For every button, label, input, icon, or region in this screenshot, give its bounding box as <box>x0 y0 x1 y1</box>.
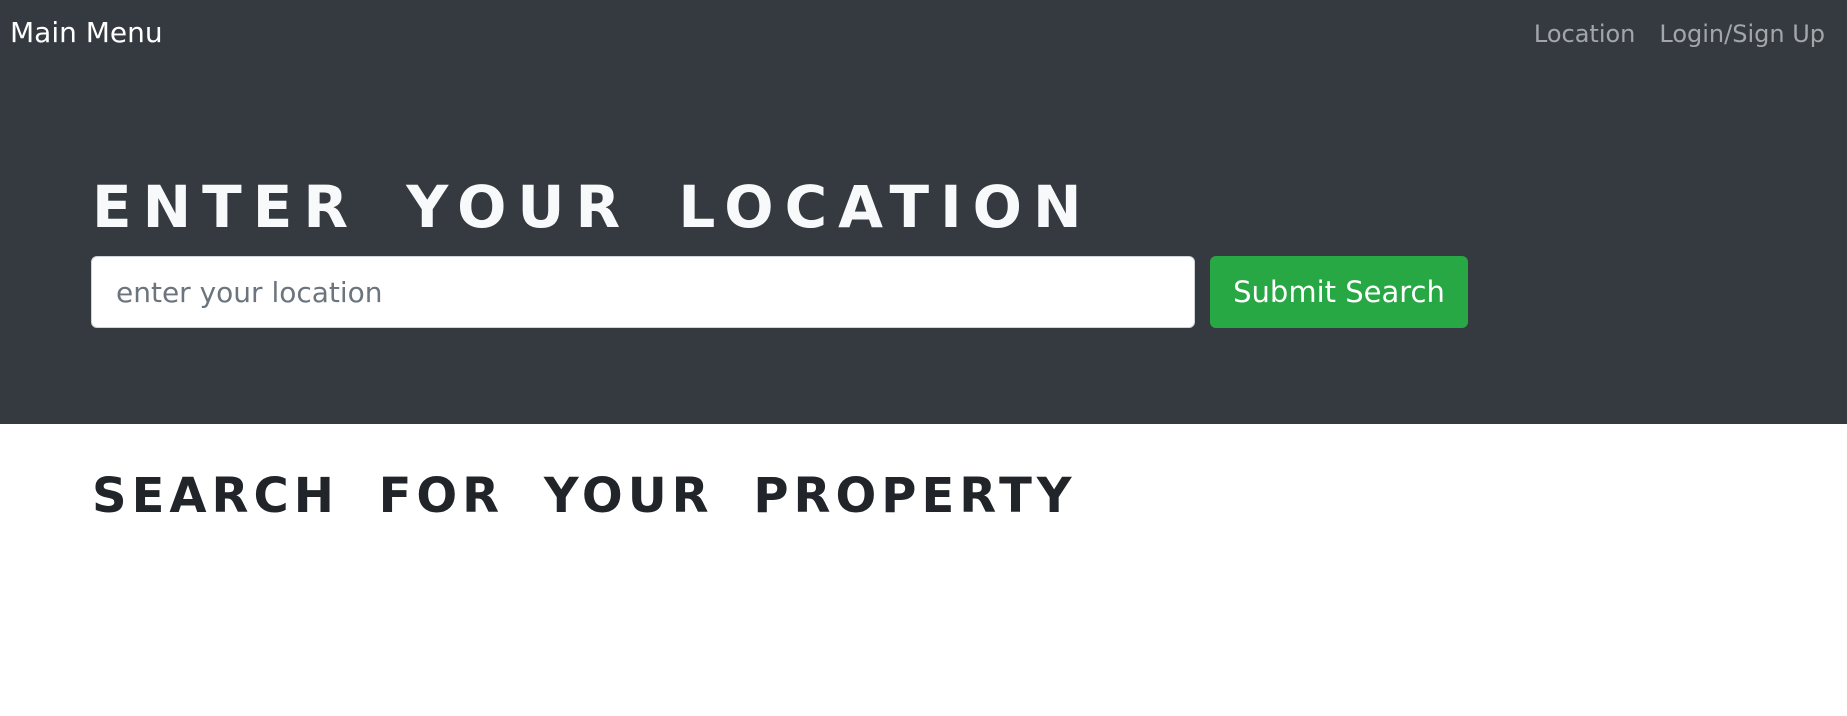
enter-location-heading: ENTER YOUR LOCATION <box>92 173 1093 241</box>
main-menu-link[interactable]: Main Menu <box>10 15 163 51</box>
navbar-links: Location Login/Sign Up <box>1534 18 1825 50</box>
location-search-form: Submit Search <box>91 256 1468 328</box>
login-signup-nav-link[interactable]: Login/Sign Up <box>1659 18 1825 50</box>
submit-search-button[interactable]: Submit Search <box>1210 256 1468 328</box>
location-hero: ENTER YOUR LOCATION Submit Search <box>0 68 1847 424</box>
top-navbar: Main Menu Location Login/Sign Up <box>0 0 1847 68</box>
search-property-heading: SEARCH FOR YOUR PROPERTY <box>92 468 1077 524</box>
location-nav-link[interactable]: Location <box>1534 18 1636 50</box>
location-search-input[interactable] <box>91 256 1195 328</box>
